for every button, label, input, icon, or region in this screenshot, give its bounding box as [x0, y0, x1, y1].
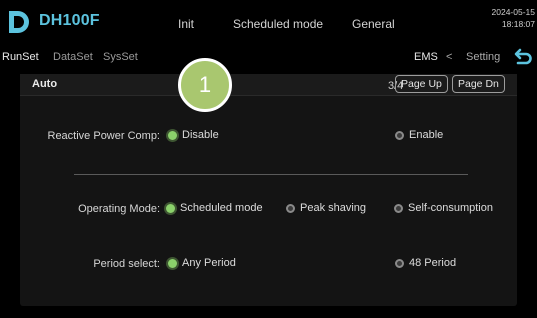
device-model: DH100F — [39, 12, 100, 29]
nav-general[interactable]: General — [352, 17, 395, 31]
top-bar: DH100F Init Scheduled mode General 2024-… — [0, 0, 537, 42]
nav-scheduled-mode[interactable]: Scheduled mode — [233, 17, 323, 31]
radio-selected-icon — [166, 203, 175, 213]
reactive-power-comp-label: Reactive Power Comp: — [47, 130, 161, 142]
radio-peak-shaving[interactable]: Peak shaving — [286, 202, 366, 214]
radio-label: Any Period — [182, 257, 236, 269]
nav-init[interactable]: Init — [178, 17, 194, 31]
radio-any-period[interactable]: Any Period — [168, 257, 236, 269]
radio-scheduled-mode[interactable]: Scheduled mode — [166, 202, 263, 214]
tab-sysset[interactable]: SysSet — [103, 51, 138, 63]
breadcrumb-ems[interactable]: EMS — [414, 51, 438, 63]
radio-unselected-icon — [395, 130, 404, 140]
breadcrumb-separator: < — [446, 51, 453, 63]
radio-unselected-icon — [394, 203, 403, 213]
radio-label: Self-consumption — [408, 202, 493, 214]
settings-panel: Auto 3/4 Page Up Page Dn Reactive Power … — [20, 74, 517, 306]
operating-mode-label: Operating Mode: — [78, 203, 160, 215]
tab-runset[interactable]: RunSet — [2, 51, 39, 63]
sub-nav: RunSet DataSet SysSet EMS < Setting — [0, 46, 537, 68]
header-divider — [20, 95, 517, 96]
tab-dataset[interactable]: DataSet — [53, 51, 93, 63]
radio-48-period[interactable]: 48 Period — [395, 257, 456, 269]
radio-label: Disable — [182, 129, 219, 141]
radio-reactive-enable[interactable]: Enable — [395, 129, 443, 141]
brand-logo-icon — [9, 11, 29, 33]
section-divider — [74, 174, 468, 175]
radio-label: Enable — [409, 129, 444, 141]
radio-label: 48 Period — [409, 257, 457, 269]
date: 2024-05-15 — [491, 7, 535, 17]
page-up-button[interactable]: Page Up — [395, 75, 448, 93]
step-number-badge: 1 — [178, 58, 232, 112]
panel-title: Auto — [32, 78, 58, 90]
radio-unselected-icon — [395, 258, 404, 268]
radio-self-consumption[interactable]: Self-consumption — [394, 202, 493, 214]
panel-header: Auto 3/4 Page Up Page Dn — [20, 74, 517, 96]
radio-label: Scheduled mode — [180, 202, 263, 214]
datetime: 2024-05-15 18:18:07 — [492, 6, 535, 30]
time: 18:18:07 — [501, 19, 535, 29]
radio-selected-icon — [168, 258, 177, 268]
breadcrumb-setting[interactable]: Setting — [466, 51, 500, 63]
back-arrow-icon[interactable] — [512, 48, 534, 68]
radio-reactive-disable[interactable]: Disable — [168, 129, 219, 141]
radio-label: Peak shaving — [300, 202, 367, 214]
period-select-label: Period select: — [93, 258, 160, 270]
radio-unselected-icon — [286, 203, 295, 213]
page-down-button[interactable]: Page Dn — [452, 75, 505, 93]
radio-selected-icon — [168, 130, 177, 140]
